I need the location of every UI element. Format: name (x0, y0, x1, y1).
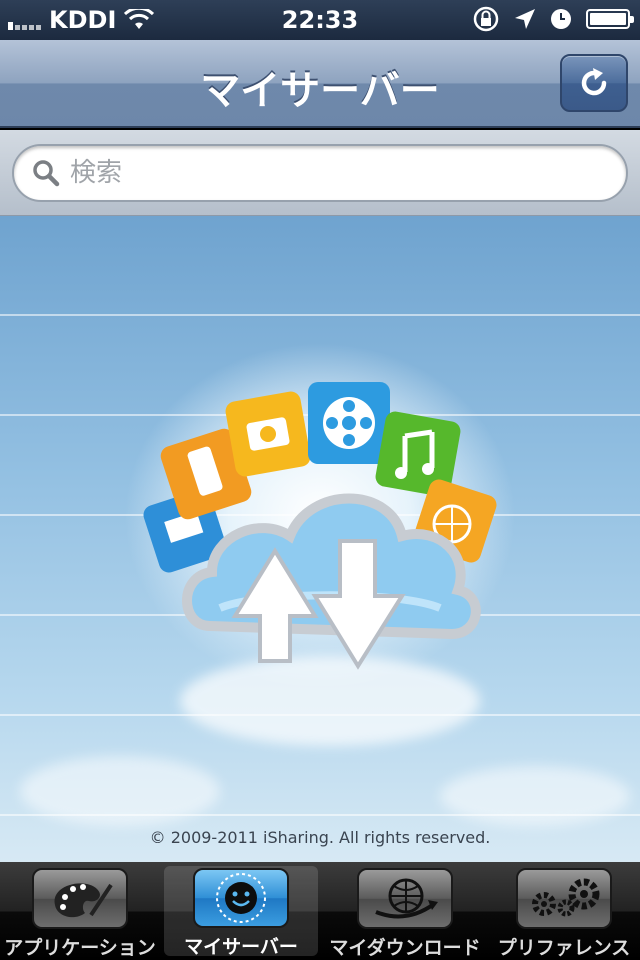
rotation-lock-icon (473, 6, 499, 32)
tab-label: プリファレンス (497, 937, 631, 959)
refresh-button[interactable] (560, 54, 628, 112)
page-title: マイサーバー (200, 68, 440, 114)
search-bar (0, 130, 640, 216)
smiley-network-icon (193, 868, 289, 928)
tab-my-server[interactable]: マイサーバー (164, 866, 318, 958)
tab-bar: アプリケーション マイサーバー マイダウンロード プリファレンス (0, 862, 640, 960)
status-bar-right (472, 6, 634, 32)
status-bar: KDDI 22:33 (0, 0, 640, 40)
navigation-bar: マイサーバー (0, 40, 640, 128)
background-cloud (440, 766, 630, 826)
refresh-icon (581, 68, 607, 96)
tab-label: マイダウンロード (329, 937, 481, 959)
divider-line (0, 314, 640, 316)
battery-icon (586, 9, 634, 29)
search-icon (33, 160, 60, 187)
alarm-icon (551, 9, 571, 29)
tab-label: アプリケーション (4, 937, 156, 959)
location-icon (515, 9, 535, 29)
background-cloud (20, 756, 220, 826)
search-field[interactable] (12, 144, 628, 202)
copyright-text: © 2009-2011 iSharing. All rights reserve… (149, 828, 491, 847)
tab-applications[interactable]: アプリケーション (0, 862, 160, 960)
camera-tile-icon (225, 391, 311, 477)
tab-preferences[interactable]: プリファレンス (488, 862, 640, 960)
main-content: © 2009-2011 iSharing. All rights reserve… (0, 216, 640, 862)
tab-label: マイサーバー (184, 936, 298, 958)
globe-download-icon (357, 868, 453, 929)
cloud-sync-illustration (143, 382, 497, 670)
palette-icon (32, 868, 128, 929)
gears-icon (516, 868, 612, 929)
search-input[interactable] (70, 158, 570, 188)
tab-my-downloads[interactable]: マイダウンロード (322, 862, 488, 960)
film-reel-tile-icon (308, 382, 390, 464)
